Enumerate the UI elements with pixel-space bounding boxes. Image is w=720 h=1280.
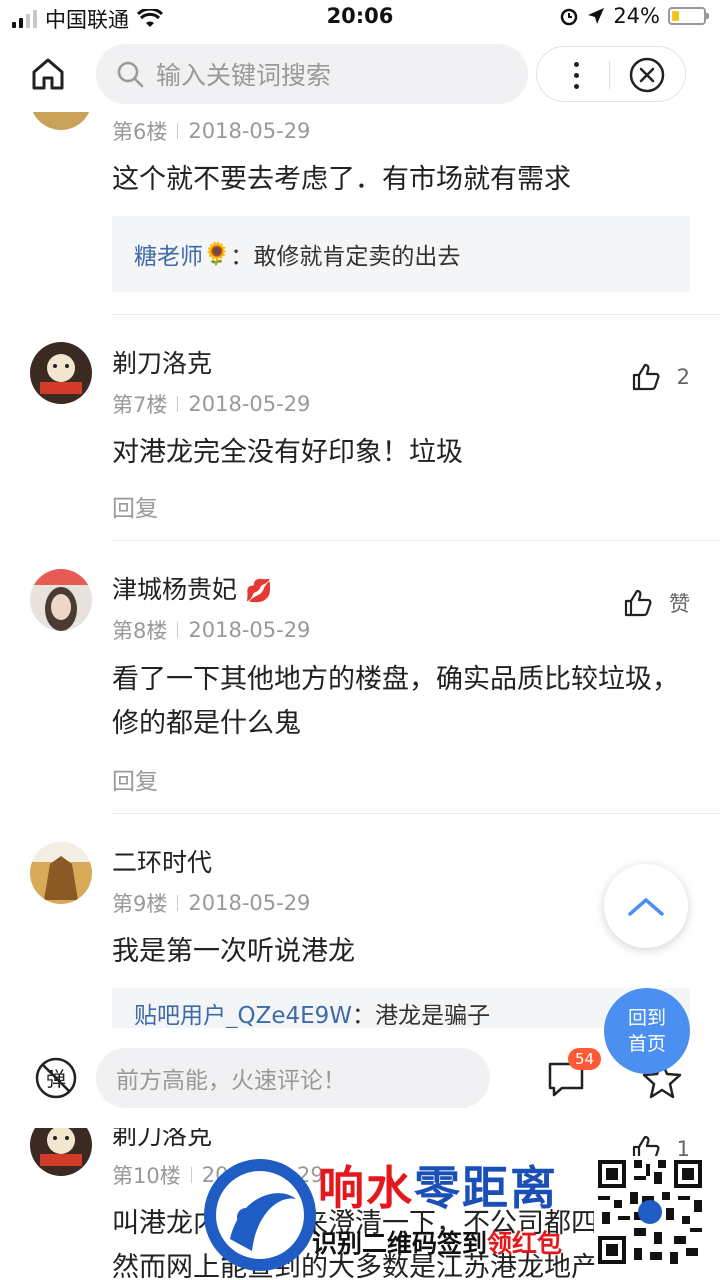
search-placeholder: 输入关键词搜索 <box>156 61 332 90</box>
back-to-home-button[interactable]: 回到首页 <box>604 988 690 1074</box>
watermark-title: 响水零距离 <box>318 1152 558 1218</box>
floor-number: 第9楼 <box>112 892 168 916</box>
like-button[interactable]: 2 <box>631 362 690 392</box>
avatar[interactable] <box>30 342 92 404</box>
comment-date: 2018-05-29 <box>188 618 311 642</box>
comment-text: 对港龙完全没有好印象！垃圾 <box>112 437 463 468</box>
floor-number: 第7楼 <box>112 393 168 417</box>
divider <box>112 540 720 541</box>
comment-date: 2018-05-29 <box>188 119 311 143</box>
reply-button[interactable]: 回复 <box>112 762 158 796</box>
reply-separator: ： <box>230 244 254 270</box>
reply-button[interactable]: 回复 <box>112 489 158 523</box>
action-pill <box>536 46 686 102</box>
pill-divider <box>609 61 610 89</box>
battery-icon <box>668 7 709 25</box>
search-icon <box>117 61 144 88</box>
lips-icon: 💋 <box>244 579 273 604</box>
more-icon[interactable] <box>561 57 591 93</box>
sunflower-icon: 🌻 <box>203 241 231 267</box>
divider <box>112 813 720 814</box>
thumbs-up-icon <box>632 363 660 391</box>
floor-number: 第10楼 <box>112 1164 181 1188</box>
status-bar: 中国联通 20:06 24% <box>0 0 720 36</box>
scroll-to-top-button[interactable] <box>604 864 688 948</box>
comment-text: 我是第一次听说港龙 <box>112 936 355 967</box>
divider <box>112 314 720 315</box>
comment-text: 这个就不要去考虑了．有市场就有需求 <box>112 164 571 195</box>
reply-text: 敢修就肯定卖的出去 <box>253 244 461 270</box>
battery-percent: 24% <box>613 4 660 28</box>
comment-input[interactable]: 前方高能，火速评论！ <box>96 1048 490 1108</box>
floor-number: 第6楼 <box>112 120 168 144</box>
back-home-label: 回到首页 <box>627 1007 666 1055</box>
watermark-title-red: 响水 <box>318 1161 414 1215</box>
floor-number: 第8楼 <box>112 619 168 643</box>
comment-date: 2018-05-29 <box>188 891 311 915</box>
reply-user[interactable]: 糖老师 <box>134 237 203 271</box>
like-button[interactable]: 赞 <box>623 588 690 618</box>
no-bullet-comments-icon[interactable]: 弹 <box>34 1056 78 1100</box>
username-text: 津城杨贵妃 <box>112 575 238 604</box>
close-icon[interactable] <box>628 56 666 94</box>
watermark-title-blue: 零距离 <box>414 1161 558 1215</box>
comment-date: 2018-05-29 <box>188 392 311 416</box>
location-icon <box>588 8 605 24</box>
like-count: 赞 <box>669 592 690 616</box>
home-icon[interactable] <box>28 54 68 94</box>
qr-code <box>594 1156 706 1268</box>
like-count: 2 <box>676 365 690 389</box>
sub-reply[interactable]: 贴吧用户_QZe4E9W ： 港龙是骗子 <box>112 988 690 1030</box>
thumbs-up-icon <box>624 589 652 617</box>
chevron-up-icon <box>628 898 664 916</box>
alarm-icon <box>561 8 578 26</box>
reply-text: 港龙是骗子 <box>375 1003 491 1029</box>
sub-reply[interactable]: 糖老师 🌻 ： 敢修就肯定卖的出去 <box>112 216 690 292</box>
avatar[interactable] <box>30 842 92 904</box>
watermark-sub-red: 领红包 <box>487 1229 563 1258</box>
comment-meta: 第6楼 2018-05-29 <box>112 116 310 146</box>
avatar[interactable] <box>30 569 92 631</box>
username[interactable]: 二环时代 <box>112 843 212 879</box>
reply-user[interactable]: 贴吧用户_QZe4E9W <box>134 996 352 1030</box>
top-nav: 输入关键词搜索 <box>0 36 720 112</box>
search-input[interactable]: 输入关键词搜索 <box>96 44 528 104</box>
comment-meta: 第7楼 2018-05-29 <box>112 389 310 419</box>
watermark: 响水零距离 识别二维码签到领红包 <box>200 1150 720 1280</box>
username[interactable]: 剃刀洛克 <box>112 344 212 380</box>
comment-meta: 第8楼 2018-05-29 <box>112 615 310 645</box>
comment-count-badge: 54 <box>568 1048 602 1070</box>
username[interactable]: 津城杨贵妃 💋 <box>112 570 272 606</box>
comment-meta: 第9楼 2018-05-29 <box>112 888 310 918</box>
watermark-logo <box>204 1159 316 1271</box>
watermark-subtitle: 识别二维码签到领红包 <box>312 1224 562 1260</box>
reply-separator: ： <box>352 1003 376 1029</box>
comment-text: 看了一下其他地方的楼盘，确实品质比较垃圾，修的都是什么鬼 <box>112 664 679 739</box>
watermark-sub-black: 识别二维码签到 <box>312 1229 488 1258</box>
